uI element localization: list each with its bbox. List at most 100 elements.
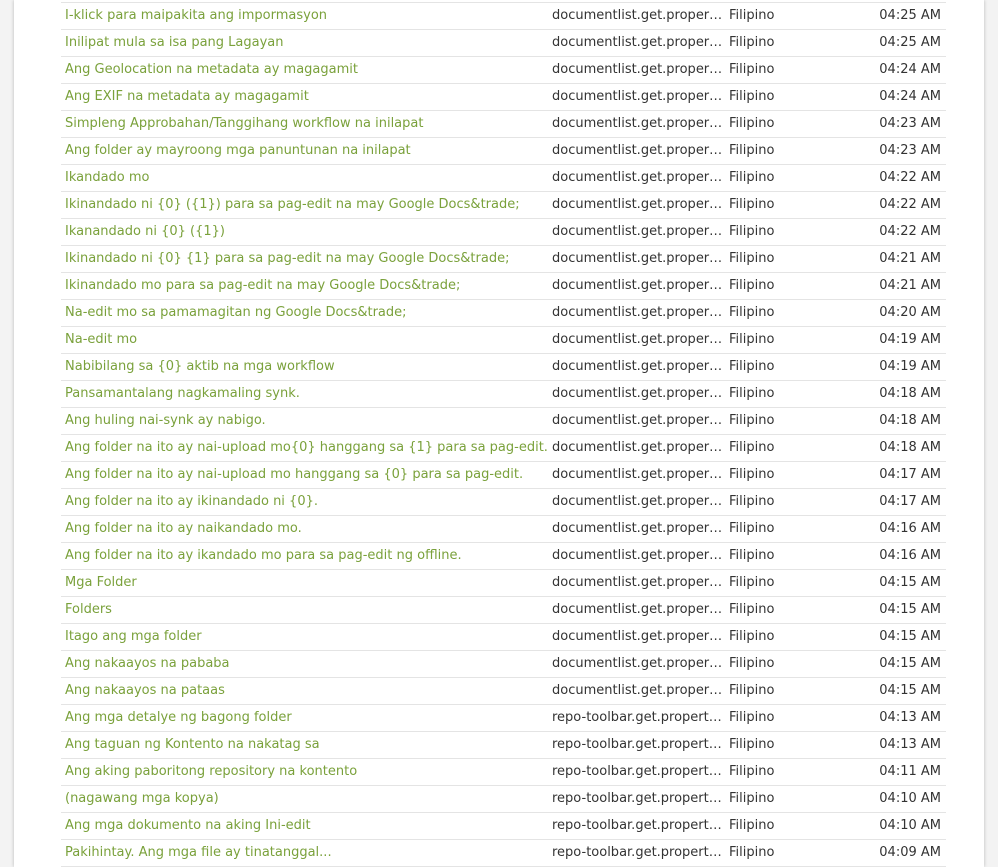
properties-file: documentlist.get.properties bbox=[548, 461, 725, 489]
timestamp: 04:17 AM bbox=[845, 461, 946, 489]
string-text-link[interactable]: Ang folder na ito ay nai-upload mo hangg… bbox=[61, 461, 548, 489]
table-row: Pansamantalang nagkamaling synk. document… bbox=[61, 380, 946, 408]
string-text-link[interactable]: Ang folder ay mayroong mga panuntunan na… bbox=[61, 137, 548, 165]
table-row: Ikinandado ni {0} {1} para sa pag-edit n… bbox=[61, 245, 946, 273]
language: Filipino bbox=[725, 191, 845, 219]
table-row: Ang EXIF na metadata ay magagamit documen… bbox=[61, 83, 946, 111]
properties-file: repo-toolbar.get.properties bbox=[548, 758, 725, 786]
properties-file: documentlist.get.properties bbox=[548, 29, 725, 57]
string-text-link[interactable]: Ang nakaayos na pataas bbox=[61, 677, 548, 705]
string-text-link[interactable]: Na-edit mo sa pamamagitan ng Google Docs… bbox=[61, 299, 548, 327]
string-text-link[interactable]: Simpleng Approbahan/Tanggihang workflow … bbox=[61, 110, 548, 138]
language: Filipino bbox=[725, 731, 845, 759]
timestamp: 04:20 AM bbox=[845, 299, 946, 327]
table-row: Itago ang mga folder documentlist.get.pro… bbox=[61, 623, 946, 651]
language: Filipino bbox=[725, 515, 845, 543]
string-text-link[interactable]: Ang taguan ng Kontento na nakatag sa bbox=[61, 731, 548, 759]
timestamp: 04:18 AM bbox=[845, 380, 946, 408]
properties-file: documentlist.get.properties bbox=[548, 110, 725, 138]
string-text-link[interactable]: Na-edit mo bbox=[61, 326, 548, 354]
table-row: Ang mga detalye ng bagong folder repo-too… bbox=[61, 704, 946, 732]
language: Filipino bbox=[725, 596, 845, 624]
string-text-link[interactable]: Ikinandado ni {0} {1} para sa pag-edit n… bbox=[61, 245, 548, 273]
timestamp: 04:15 AM bbox=[845, 596, 946, 624]
string-text-link[interactable]: Ikinandado ni {0} ({1}) para sa pag-edit… bbox=[61, 191, 548, 219]
table-row: Ang folder na ito ay ikinandado ni {0}. d… bbox=[61, 488, 946, 516]
table-row: Ang folder ay mayroong mga panuntunan na… bbox=[61, 137, 946, 165]
language: Filipino bbox=[725, 461, 845, 489]
timestamp: 04:16 AM bbox=[845, 515, 946, 543]
language: Filipino bbox=[725, 272, 845, 300]
string-text-link[interactable]: I-klick para maipakita ang impormasyon bbox=[61, 2, 548, 30]
language: Filipino bbox=[725, 299, 845, 327]
timestamp: 04:21 AM bbox=[845, 272, 946, 300]
language: Filipino bbox=[725, 380, 845, 408]
table-row: Ang folder na ito ay naikandado mo. docum… bbox=[61, 515, 946, 543]
timestamp: 04:13 AM bbox=[845, 731, 946, 759]
string-text-link[interactable]: Ikinandado mo para sa pag-edit na may Go… bbox=[61, 272, 548, 300]
string-text-link[interactable]: Pansamantalang nagkamaling synk. bbox=[61, 380, 548, 408]
properties-file: documentlist.get.properties bbox=[548, 272, 725, 300]
timestamp: 04:15 AM bbox=[845, 623, 946, 651]
language: Filipino bbox=[725, 83, 845, 111]
table-row: Ikandado mo documentlist.get.properties Fi… bbox=[61, 164, 946, 192]
string-text-link[interactable]: Ang Geolocation na metadata ay magagamit bbox=[61, 56, 548, 84]
timestamp: 04:18 AM bbox=[845, 407, 946, 435]
string-text-link[interactable]: Ang folder na ito ay naikandado mo. bbox=[61, 515, 548, 543]
string-text-link[interactable]: Ang mga dokumento na aking Ini-edit bbox=[61, 812, 548, 840]
string-text-link[interactable]: Ang EXIF na metadata ay magagamit bbox=[61, 83, 548, 111]
timestamp: 04:22 AM bbox=[845, 164, 946, 192]
timestamp: 04:24 AM bbox=[845, 56, 946, 84]
string-text-link[interactable]: Ang folder na ito ay ikinandado ni {0}. bbox=[61, 488, 548, 516]
timestamp: 04:15 AM bbox=[845, 677, 946, 705]
string-text-link[interactable]: Ang nakaayos na pababa bbox=[61, 650, 548, 678]
language: Filipino bbox=[725, 407, 845, 435]
string-text-link[interactable]: (nagawang mga kopya) bbox=[61, 785, 548, 813]
activity-panel: I-klick para maipakita ang impormasyon do… bbox=[14, 0, 984, 867]
language: Filipino bbox=[725, 812, 845, 840]
properties-file: repo-toolbar.get.properties bbox=[548, 812, 725, 840]
string-text-link[interactable]: Ikanandado ni {0} ({1}) bbox=[61, 218, 548, 246]
string-text-link[interactable]: Ang folder na ito ay nai-upload mo{0} ha… bbox=[61, 434, 548, 462]
string-text-link[interactable]: Pakihintay. Ang mga file ay tinatanggal.… bbox=[61, 839, 548, 867]
properties-file: documentlist.get.properties bbox=[548, 488, 725, 516]
properties-file: documentlist.get.properties bbox=[548, 2, 725, 30]
properties-file: documentlist.get.properties bbox=[548, 407, 725, 435]
string-text-link[interactable]: Inilipat mula sa isa pang Lagayan bbox=[61, 29, 548, 57]
timestamp: 04:17 AM bbox=[845, 488, 946, 516]
timestamp: 04:23 AM bbox=[845, 110, 946, 138]
string-text-link[interactable]: Ang folder na ito ay ikandado mo para sa… bbox=[61, 542, 548, 570]
language: Filipino bbox=[725, 623, 845, 651]
string-text-link[interactable]: Ang huling nai-synk ay nabigo. bbox=[61, 407, 548, 435]
timestamp: 04:09 AM bbox=[845, 839, 946, 867]
properties-file: repo-toolbar.get.properties bbox=[548, 704, 725, 732]
timestamp: 04:22 AM bbox=[845, 218, 946, 246]
string-text-link[interactable]: Mga Folder bbox=[61, 569, 548, 597]
translation-activity-table: I-klick para maipakita ang impormasyon do… bbox=[61, 2, 946, 867]
timestamp: 04:19 AM bbox=[845, 326, 946, 354]
timestamp: 04:22 AM bbox=[845, 191, 946, 219]
string-text-link[interactable]: Itago ang mga folder bbox=[61, 623, 548, 651]
table-row: Ang nakaayos na pababa documentlist.get.p… bbox=[61, 650, 946, 678]
properties-file: documentlist.get.properties bbox=[548, 245, 725, 273]
table-row: Inilipat mula sa isa pang Lagayan documen… bbox=[61, 29, 946, 57]
timestamp: 04:25 AM bbox=[845, 2, 946, 30]
string-text-link[interactable]: Folders bbox=[61, 596, 548, 624]
string-text-link[interactable]: Ang aking paboritong repository na konte… bbox=[61, 758, 548, 786]
table-row: I-klick para maipakita ang impormasyon do… bbox=[61, 2, 946, 30]
timestamp: 04:10 AM bbox=[845, 812, 946, 840]
properties-file: documentlist.get.properties bbox=[548, 650, 725, 678]
properties-file: documentlist.get.properties bbox=[548, 380, 725, 408]
language: Filipino bbox=[725, 353, 845, 381]
timestamp: 04:15 AM bbox=[845, 569, 946, 597]
string-text-link[interactable]: Ang mga detalye ng bagong folder bbox=[61, 704, 548, 732]
table-row: Nabibilang sa {0} aktib na mga workflow d… bbox=[61, 353, 946, 381]
language: Filipino bbox=[725, 245, 845, 273]
timestamp: 04:11 AM bbox=[845, 758, 946, 786]
string-text-link[interactable]: Nabibilang sa {0} aktib na mga workflow bbox=[61, 353, 548, 381]
timestamp: 04:16 AM bbox=[845, 542, 946, 570]
properties-file: documentlist.get.properties bbox=[548, 434, 725, 462]
string-text-link[interactable]: Ikandado mo bbox=[61, 164, 548, 192]
language: Filipino bbox=[725, 110, 845, 138]
language: Filipino bbox=[725, 677, 845, 705]
